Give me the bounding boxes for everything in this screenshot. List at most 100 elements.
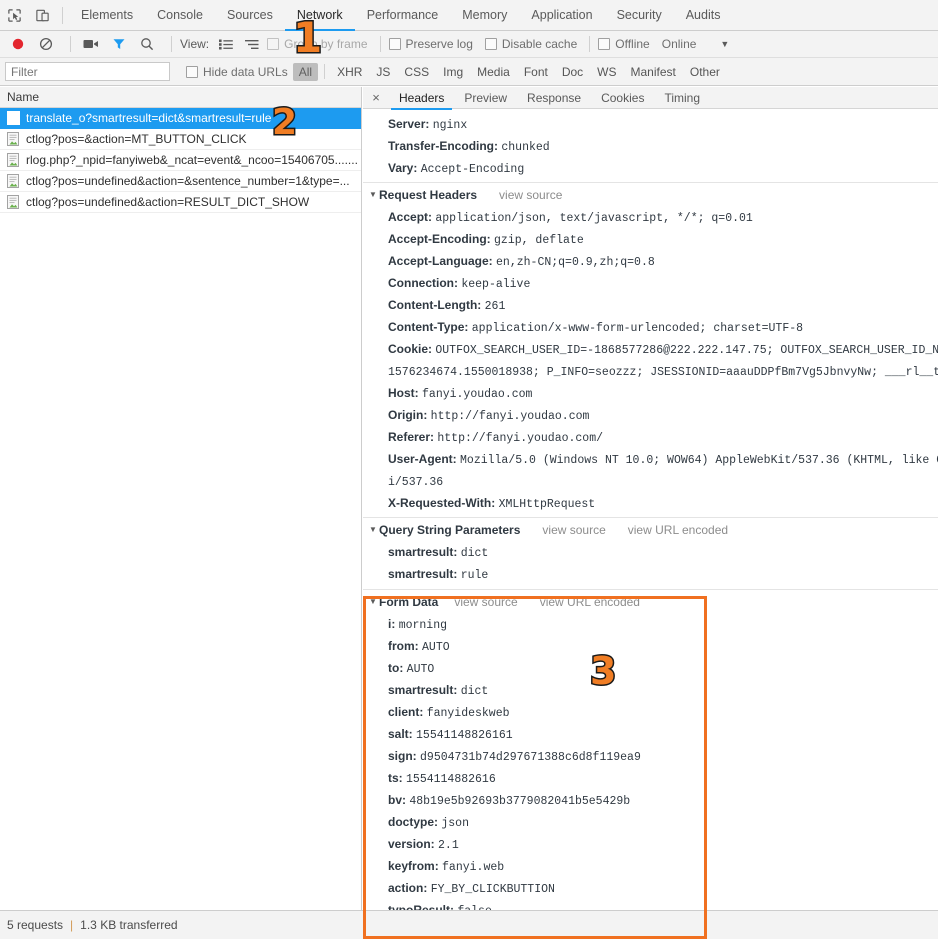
form-field-ts: ts: 1554114882616: [363, 767, 938, 789]
view-source-link[interactable]: view source: [454, 590, 517, 614]
filter-type-font[interactable]: Font: [518, 63, 554, 81]
tab-response[interactable]: Response: [517, 87, 591, 109]
document-file-icon: [7, 132, 20, 146]
disable-cache-label: Disable cache: [501, 37, 578, 51]
network-control-toolbar: View: Group by frame Preserve log Disabl…: [0, 31, 938, 58]
group-by-frame-checkbox[interactable]: Group by frame: [267, 31, 368, 58]
field-value: fanyi.web: [442, 861, 505, 874]
header-value: OUTFOX_SEARCH_USER_ID=-1868577286@222.22…: [435, 344, 938, 357]
request-row-ctlog-result-dict-show[interactable]: ctlog?pos=undefined&action=RESULT_DICT_S…: [0, 192, 361, 213]
request-header-connection: Connection: keep-alive: [363, 272, 938, 294]
request-row-ctlog-sentence-number[interactable]: ctlog?pos=undefined&action=&sentence_num…: [0, 171, 361, 192]
view-waterfall-icon[interactable]: [241, 31, 263, 58]
tab-audits[interactable]: Audits: [674, 0, 733, 31]
filter-type-xhr[interactable]: XHR: [331, 63, 368, 81]
disable-cache-checkbox[interactable]: Disable cache: [484, 31, 578, 58]
capture-screenshots-icon[interactable]: [79, 31, 103, 58]
field-key: client:: [388, 705, 424, 719]
tab-sources-label: Sources: [226, 8, 273, 22]
tab-headers[interactable]: Headers: [389, 87, 454, 110]
filter-type-all[interactable]: All: [292, 62, 319, 81]
toolbar-divider: [171, 36, 172, 52]
view-source-link[interactable]: view source: [542, 518, 605, 542]
request-header-accept-encoding: Accept-Encoding: gzip, deflate: [363, 228, 938, 250]
record-button[interactable]: [6, 31, 30, 58]
hide-data-urls-checkbox[interactable]: Hide data URLs: [186, 58, 288, 85]
view-source-link[interactable]: view source: [499, 183, 562, 207]
network-status-bar: 5 requests | 1.3 KB transferred: [0, 910, 938, 939]
document-file-icon: [7, 195, 20, 209]
tab-application[interactable]: Application: [519, 0, 604, 31]
tab-network-label: Network: [296, 8, 343, 22]
view-list-icon[interactable]: [215, 31, 237, 58]
header-value: i/537.36: [388, 476, 444, 489]
tab-cookies[interactable]: Cookies: [591, 87, 654, 109]
form-data-section-header[interactable]: ▼ Form Data view source view URL encoded: [363, 589, 938, 613]
tab-console-label: Console: [157, 8, 203, 22]
form-field-bv: bv: 48b19e5b92693b3779082041b5e5429b: [363, 789, 938, 811]
tab-console[interactable]: Console: [145, 0, 215, 31]
throttling-select[interactable]: Online ▼: [662, 31, 730, 58]
tab-security[interactable]: Security: [605, 0, 674, 31]
toggle-device-toolbar-icon[interactable]: [28, 1, 56, 29]
preserve-log-checkbox[interactable]: Preserve log: [388, 31, 473, 58]
filter-type-manifest[interactable]: Manifest: [625, 63, 682, 81]
filter-type-img[interactable]: Img: [437, 63, 469, 81]
header-value: http://fanyi.youdao.com: [430, 410, 590, 423]
form-field-client: client: fanyideskweb: [363, 701, 938, 723]
request-header-content-type: Content-Type: application/x-www-form-url…: [363, 316, 938, 338]
request-row-label: ctlog?pos=undefined&action=RESULT_DICT_S…: [26, 195, 310, 209]
disable-cache-box: [484, 38, 497, 50]
inspect-element-icon[interactable]: [0, 1, 28, 29]
request-header-accept: Accept: application/json, text/javascrip…: [363, 206, 938, 228]
devtools-main-tabbar: Elements Console Sources Network Perform…: [0, 0, 938, 31]
tab-performance[interactable]: Performance: [355, 0, 451, 31]
param-value: rule: [460, 569, 489, 582]
filter-type-media[interactable]: Media: [471, 63, 516, 81]
chevron-down-icon: ▼: [369, 596, 377, 606]
filter-type-js[interactable]: JS: [370, 63, 396, 81]
header-key: Connection:: [388, 276, 458, 290]
headers-content[interactable]: Server: nginx Transfer-Encoding: chunked…: [363, 109, 938, 910]
field-value: dict: [460, 685, 489, 698]
close-icon[interactable]: ×: [363, 87, 389, 109]
tab-preview[interactable]: Preview: [454, 87, 517, 109]
toolbar-divider: [379, 36, 381, 52]
header-key: Server:: [388, 117, 430, 131]
offline-checkbox[interactable]: Offline: [598, 31, 650, 58]
tab-sources[interactable]: Sources: [215, 0, 285, 31]
form-field-smartresult: smartresult: dict: [363, 679, 938, 701]
request-row-ctlog-mt-button-click[interactable]: ctlog?pos=&action=MT_BUTTON_CLICK: [0, 129, 361, 150]
field-value: 1554114882616: [406, 773, 496, 786]
filter-type-other[interactable]: Other: [684, 63, 726, 81]
field-key: i:: [388, 617, 396, 631]
group-by-frame-box: [267, 38, 280, 50]
header-key: User-Agent:: [388, 452, 457, 466]
header-key: Cookie:: [388, 342, 433, 356]
header-key: Origin:: [388, 408, 428, 422]
request-headers-section-header[interactable]: ▼ Request Headers view source: [363, 182, 938, 206]
filter-type-css[interactable]: CSS: [398, 63, 435, 81]
view-url-encoded-link[interactable]: view URL encoded: [540, 590, 640, 614]
transferred-label: 1.3 KB transferred: [80, 918, 178, 932]
query-param-smartresult-rule: smartresult: rule: [363, 563, 938, 585]
header-key: Content-Type:: [388, 320, 469, 334]
tab-network[interactable]: Network: [284, 0, 355, 31]
toolbar-divider: [589, 36, 591, 52]
tab-timing[interactable]: Timing: [654, 87, 710, 109]
filter-type-ws[interactable]: WS: [591, 63, 622, 81]
request-row-rlog-php[interactable]: rlog.php?_npid=fanyiweb&_ncat=event&_nco…: [0, 150, 361, 171]
clear-button[interactable]: [34, 31, 58, 58]
filter-input[interactable]: [5, 62, 170, 81]
request-row-translate[interactable]: translate_o?smartresult=dict&smartresult…: [0, 108, 361, 129]
query-string-section-header[interactable]: ▼ Query String Parameters view source vi…: [363, 517, 938, 541]
filter-type-doc[interactable]: Doc: [556, 63, 589, 81]
filter-toggle-icon[interactable]: [107, 31, 131, 58]
tab-memory[interactable]: Memory: [450, 0, 519, 31]
header-key: Accept-Language:: [388, 254, 493, 268]
view-url-encoded-link[interactable]: view URL encoded: [628, 518, 728, 542]
request-header-user-agent: User-Agent: Mozilla/5.0 (Windows NT 10.0…: [363, 448, 938, 470]
search-icon[interactable]: [135, 31, 159, 58]
field-key: salt:: [388, 727, 413, 741]
tab-elements[interactable]: Elements: [69, 0, 145, 31]
